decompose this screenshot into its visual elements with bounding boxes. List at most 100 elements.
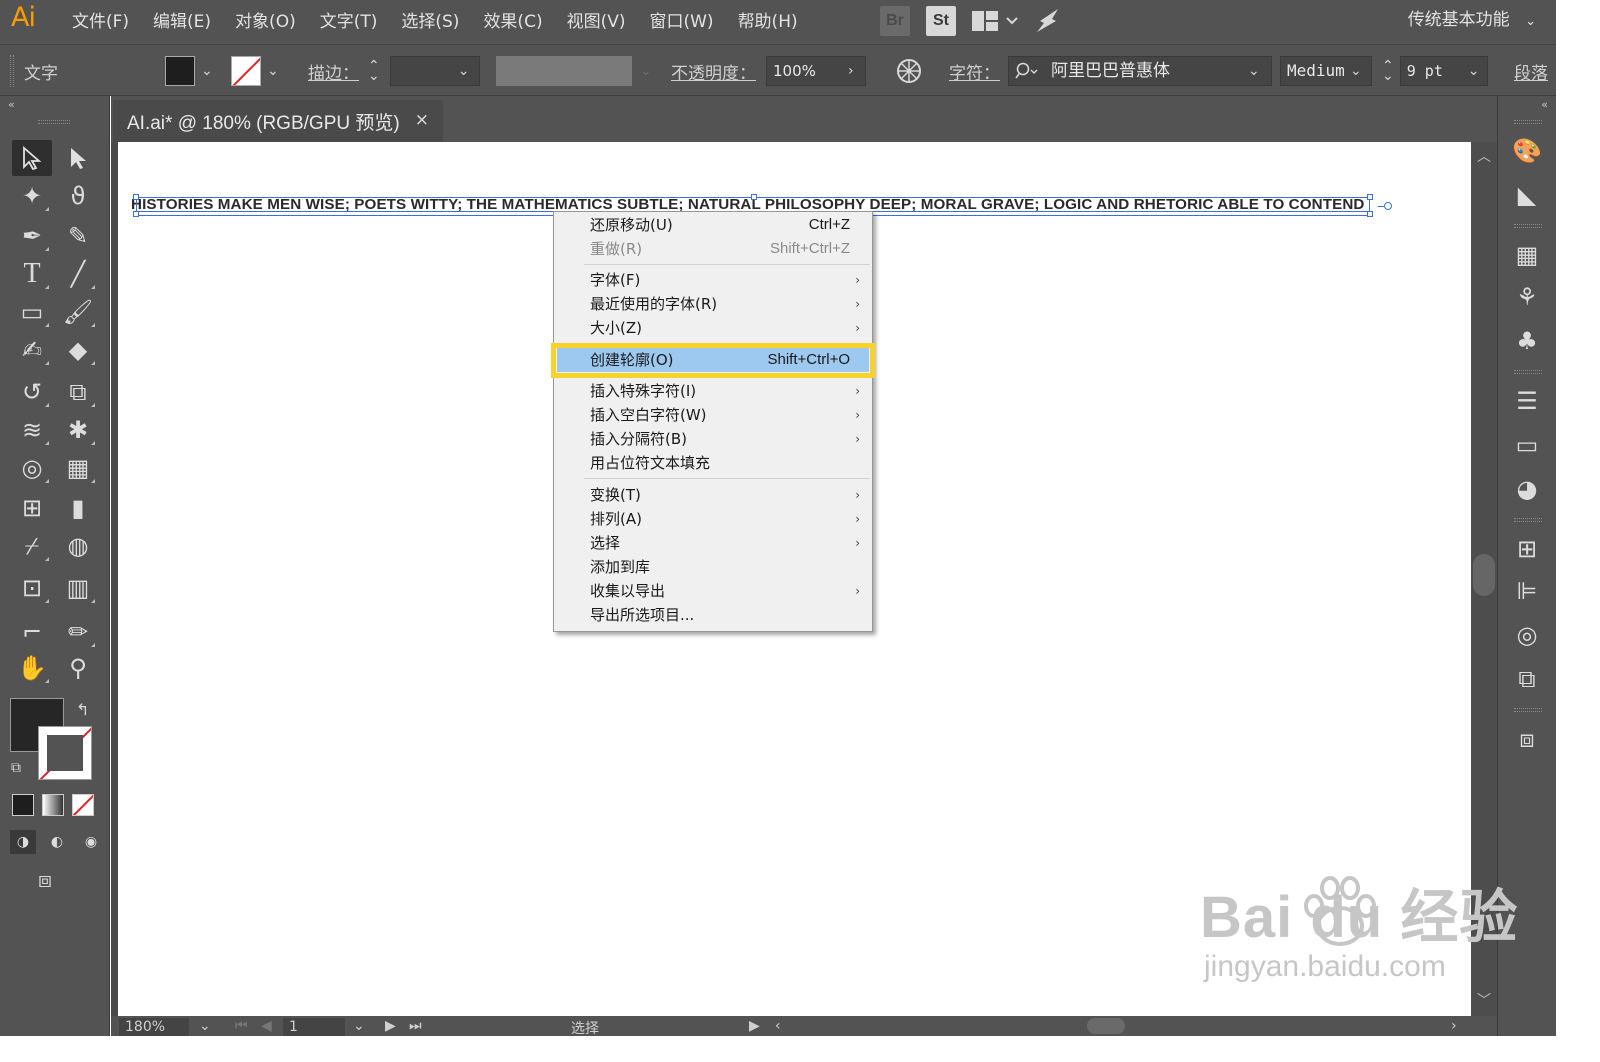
menu-item-insert-special-character[interactable]: 插入特殊字符(I) ›	[554, 379, 872, 403]
zoom-tool-icon[interactable]: ⚲	[58, 650, 98, 686]
screen-mode-icon[interactable]: ⧈	[38, 868, 52, 893]
menu-object[interactable]: 对象(O)	[223, 0, 308, 44]
chevron-down-icon[interactable]: ⌄	[353, 1018, 365, 1034]
stroke-weight-control[interactable]: ⌃ ⌄ ⌄	[368, 45, 480, 97]
swap-fill-stroke-icon[interactable]: ↰	[76, 700, 89, 719]
gpu-performance-icon[interactable]	[1034, 7, 1064, 35]
arrange-documents-button[interactable]	[972, 11, 1018, 31]
chevron-down-icon[interactable]: ⌄	[267, 63, 279, 79]
panel-grip[interactable]	[1514, 708, 1542, 712]
shaper-tool-icon[interactable]: ✍	[12, 332, 52, 368]
mesh-tool-icon[interactable]: ⊞	[12, 490, 52, 526]
artboard-tool-icon[interactable]: ⌐	[12, 614, 52, 650]
menu-file[interactable]: 文件(F)	[60, 0, 141, 44]
next-artboard-icon[interactable]: ▶	[385, 1018, 396, 1034]
curvature-tool-icon[interactable]: ✎	[58, 218, 98, 254]
hand-tool-icon[interactable]: ✋	[12, 650, 52, 686]
warp-tool-icon[interactable]: ≋	[12, 412, 52, 448]
stock-button[interactable]: St	[926, 6, 956, 36]
character-label[interactable]: 字符：	[949, 59, 1000, 84]
magic-wand-tool-icon[interactable]: ✦	[12, 178, 52, 214]
zoom-field[interactable]: 180%	[119, 1018, 189, 1036]
draw-inside-icon[interactable]: ◉	[78, 830, 104, 854]
asset-export-panel-icon[interactable]: ⧉	[1512, 664, 1542, 694]
font-family-field[interactable]: 阿里巴巴普惠体	[1008, 56, 1272, 86]
resize-handle[interactable]	[133, 194, 139, 200]
menu-effect[interactable]: 效果(C)	[471, 0, 554, 44]
tools-grip[interactable]	[38, 120, 70, 124]
lasso-tool-icon[interactable]: ϑ	[58, 178, 98, 214]
resize-handle[interactable]	[751, 194, 757, 200]
menu-help[interactable]: 帮助(H)	[726, 0, 810, 44]
draw-normal-icon[interactable]: ◑	[10, 830, 36, 854]
font-style-control[interactable]: Medium ⌄	[1280, 45, 1372, 97]
menu-window[interactable]: 窗口(W)	[637, 0, 725, 44]
menu-edit[interactable]: 编辑(E)	[141, 0, 223, 44]
resize-handle[interactable]	[1367, 194, 1373, 200]
column-graph-tool-icon[interactable]: ▥	[58, 570, 98, 606]
scroll-down-icon[interactable]: ﹀	[1477, 990, 1491, 1010]
eyedropper-tool-icon[interactable]: ⌿	[12, 528, 52, 564]
stroke-label[interactable]: 描边：	[308, 59, 359, 84]
control-bar-grip[interactable]	[10, 55, 14, 87]
recolor-artwork-icon[interactable]	[896, 58, 922, 84]
stroke-control[interactable]: ⌄	[231, 45, 279, 97]
selection-tool-icon[interactable]	[12, 140, 52, 176]
menu-item-undo-move[interactable]: 还原移动(U) Ctrl+Z	[554, 213, 872, 237]
chevron-down-icon[interactable]: ⌄	[201, 63, 213, 79]
menu-item-arrange[interactable]: 排列(A) ›	[554, 507, 872, 531]
previous-artboard-icon[interactable]: ◀	[261, 1018, 272, 1034]
chevron-down-icon[interactable]: ⌄	[199, 1018, 211, 1034]
menu-item-font[interactable]: 字体(F) ›	[554, 268, 872, 292]
menu-item-insert-whitespace[interactable]: 插入空白字符(W) ›	[554, 403, 872, 427]
workspace-switcher[interactable]: 传统基本功能 ⌄	[1408, 0, 1536, 44]
menu-item-insert-break[interactable]: 插入分隔符(B) ›	[554, 427, 872, 451]
align-panel-icon[interactable]: ⊫	[1512, 576, 1542, 606]
draw-behind-icon[interactable]: ◐	[44, 830, 70, 854]
swatches-panel-icon[interactable]: ▦	[1512, 240, 1542, 270]
collapse-right-icon[interactable]: «	[1541, 98, 1548, 111]
panel-grip[interactable]	[1514, 518, 1542, 522]
type-tool-icon[interactable]: T	[12, 256, 52, 292]
direct-selection-tool-icon[interactable]	[58, 140, 98, 176]
blend-tool-icon[interactable]: ◍	[58, 528, 98, 564]
shape-builder-tool-icon[interactable]: ◎	[12, 450, 52, 486]
document-tab[interactable]: AI.ai* @ 180% (RGB/GPU 预览) ×	[113, 98, 443, 142]
close-icon[interactable]: ×	[415, 110, 429, 130]
stepper-icon[interactable]: ⌃ ⌄	[1382, 59, 1394, 83]
status-mode-label[interactable]: 选择	[571, 1018, 599, 1038]
gradient-tool-icon[interactable]: ▮	[58, 490, 98, 526]
perspective-grid-tool-icon[interactable]: ▦	[58, 450, 98, 486]
line-segment-tool-icon[interactable]: ╱	[58, 256, 98, 292]
menu-item-size[interactable]: 大小(Z) ›	[554, 316, 872, 340]
stroke-swatch[interactable]	[231, 56, 261, 86]
first-artboard-icon[interactable]: ⏮	[235, 1018, 248, 1034]
color-guide-icon[interactable]: ◣	[1512, 180, 1542, 210]
chevron-down-icon[interactable]: ⌄	[1248, 63, 1260, 79]
menu-item-fill-placeholder[interactable]: 用占位符文本填充	[554, 451, 872, 475]
gradient-mode-icon[interactable]	[42, 794, 64, 816]
symbol-sprayer-tool-icon[interactable]: ⊡	[12, 570, 52, 606]
menu-item-add-to-library[interactable]: 添加到库	[554, 555, 872, 579]
eraser-tool-icon[interactable]: ◆	[58, 332, 98, 368]
puppet-warp-tool-icon[interactable]: ✱	[58, 412, 98, 448]
rectangle-tool-icon[interactable]: ▭	[12, 294, 52, 330]
symbols-panel-icon[interactable]: ♣	[1512, 326, 1542, 356]
pen-tool-icon[interactable]: ✒	[12, 218, 52, 254]
scroll-left-icon[interactable]: ‹	[775, 1018, 781, 1034]
chevron-down-icon[interactable]: ⌄	[1350, 63, 1362, 79]
chevron-right-icon[interactable]: ▶	[749, 1018, 760, 1034]
default-fill-stroke-icon[interactable]: ⧉	[11, 760, 21, 776]
gradient-panel-icon[interactable]: ▭	[1512, 430, 1542, 460]
menu-item-collect-for-export[interactable]: 收集以导出 ›	[554, 579, 872, 603]
panel-grip[interactable]	[1514, 120, 1542, 124]
last-artboard-icon[interactable]: ⏭	[409, 1018, 422, 1034]
layers-panel-icon[interactable]: ⧈	[1512, 724, 1542, 754]
font-family-control[interactable]: 阿里巴巴普惠体 ⌄	[1008, 45, 1272, 97]
chevron-right-icon[interactable]: ›	[848, 63, 854, 79]
transform-panel-icon[interactable]: ⊞	[1512, 534, 1542, 564]
menu-item-transform[interactable]: 变换(T) ›	[554, 483, 872, 507]
stroke-panel-icon[interactable]: ☰	[1512, 386, 1542, 416]
slice-tool-icon[interactable]: ✏	[58, 614, 98, 650]
none-mode-icon[interactable]	[72, 794, 94, 816]
